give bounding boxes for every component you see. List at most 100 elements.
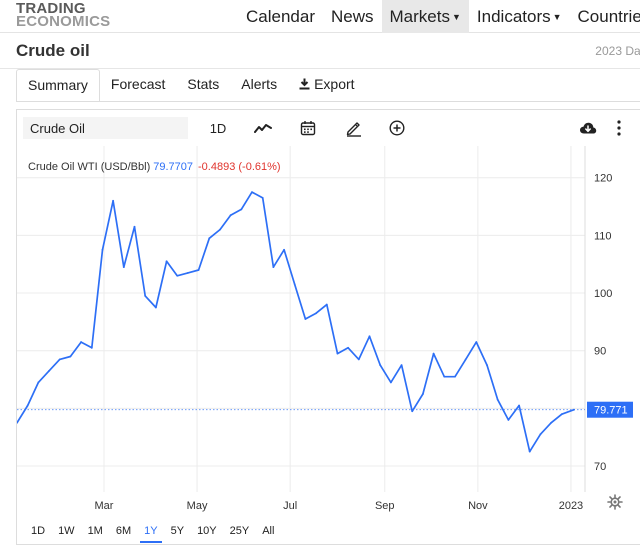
nav-item-countrie[interactable]: Countrie — [570, 0, 640, 33]
x-tick-label: Sep — [375, 500, 395, 512]
range-25y[interactable]: 25Y — [230, 520, 250, 542]
nav-item-label: Indicators — [476, 7, 551, 26]
chart-legend: Crude Oil WTI (USD/Bbl) 79.7707 -0.4893 (-… — [28, 161, 281, 173]
x-tick-label: Nov — [468, 500, 488, 512]
range-all[interactable]: All — [262, 520, 274, 542]
data-point — [357, 358, 360, 361]
nav-item-indicators[interactable]: Indicators ▼ — [469, 0, 570, 33]
data-point — [187, 271, 189, 274]
range-1w[interactable]: 1W — [58, 520, 75, 542]
data-point — [443, 375, 446, 378]
x-tick-label: 2023 — [559, 500, 583, 512]
last-value-label: 79.771 — [594, 405, 628, 417]
nav-item-label: News — [331, 7, 374, 26]
logo-line-2: ECONOMICS — [16, 13, 111, 30]
range-1d[interactable]: 1D — [31, 520, 45, 542]
data-point — [133, 225, 136, 228]
data-point — [176, 274, 179, 277]
title-row: Crude oil 2023 Dat — [0, 33, 640, 69]
data-point — [58, 358, 61, 361]
data-point — [379, 364, 382, 367]
data-point — [539, 433, 542, 436]
data-point — [518, 404, 520, 407]
chart-panel: 1D 120 110 100 90 70 Mar May Jul Sep Nov 2023 79.77… — [16, 109, 640, 545]
data-point — [422, 393, 424, 395]
download-icon — [299, 70, 310, 90]
range-6m[interactable]: 6M — [116, 520, 131, 542]
nav-item-markets[interactable]: Markets ▼ — [381, 0, 469, 33]
legend-last-value: 79.7707 — [153, 161, 194, 173]
legend-change: -0.4893 (-0.61%) — [198, 161, 281, 173]
site-logo[interactable]: TRADING ECONOMICS — [16, 1, 111, 30]
data-point — [573, 408, 575, 411]
range-5y[interactable]: 5Y — [171, 520, 184, 542]
nav-item-calendar[interactable]: Calendar — [238, 0, 323, 33]
tab-label: Export — [314, 76, 355, 92]
content-tabs: Summary Forecast Stats Alerts Export — [16, 69, 366, 102]
tab-summary[interactable]: Summary — [16, 69, 100, 102]
data-point — [560, 413, 563, 416]
caret-down-icon: ▼ — [552, 12, 562, 22]
data-point — [240, 208, 243, 211]
series-line — [17, 191, 575, 453]
data-point — [90, 346, 93, 349]
x-tick-label: May — [187, 500, 208, 512]
tab-forecast[interactable]: Forecast — [100, 69, 176, 102]
data-point — [528, 450, 531, 453]
data-point — [389, 381, 392, 384]
tab-stats[interactable]: Stats — [176, 69, 230, 102]
tab-export[interactable]: Export — [288, 69, 365, 102]
y-tick-label: 90 — [594, 346, 606, 358]
data-point — [475, 341, 478, 343]
tabs-divider — [16, 101, 640, 102]
data-point — [112, 199, 115, 202]
data-point — [80, 341, 82, 343]
data-point — [496, 398, 499, 401]
gear-icon[interactable] — [607, 494, 623, 510]
data-point — [251, 191, 253, 194]
x-tick-label: Mar — [95, 500, 114, 512]
data-point — [347, 346, 350, 349]
data-point — [550, 421, 553, 424]
data-point — [368, 335, 371, 338]
data-point — [197, 269, 200, 271]
data-point — [37, 381, 40, 384]
range-1m[interactable]: 1M — [88, 520, 103, 542]
page-date-text: 2023 Dat — [595, 44, 640, 58]
data-point — [272, 266, 275, 268]
page-title: Crude oil — [16, 41, 90, 60]
nav-item-label: Countrie — [577, 7, 640, 26]
caret-down-icon: ▼ — [451, 12, 461, 22]
y-tick-label: 120 — [594, 173, 612, 185]
data-point — [219, 228, 221, 231]
tab-label: Forecast — [110, 76, 166, 92]
data-point — [165, 260, 168, 263]
data-point — [304, 318, 307, 320]
data-point — [154, 306, 157, 309]
range-10y[interactable]: 10Y — [197, 520, 217, 542]
data-point — [144, 295, 147, 297]
x-tick-label: Jul — [283, 500, 297, 512]
data-point — [400, 364, 403, 367]
data-point — [432, 352, 435, 355]
data-point — [208, 237, 211, 240]
data-point — [315, 312, 318, 315]
data-point — [69, 355, 72, 358]
nav-item-label: Markets — [389, 7, 450, 26]
data-point — [507, 419, 510, 421]
data-point — [325, 303, 328, 306]
y-tick-label: 70 — [594, 461, 606, 473]
data-point — [293, 283, 296, 286]
main-nav: Calendar News Markets ▼ Indicators ▼ Countrie — [238, 0, 640, 33]
range-1y[interactable]: 1Y — [139, 520, 163, 543]
data-point — [229, 214, 232, 217]
data-point — [336, 352, 339, 355]
data-point — [486, 364, 488, 367]
range-selector: 1D 1W 1M 6M 1Y 5Y 10Y 25Y All — [31, 520, 287, 543]
nav-item-news[interactable]: News — [323, 0, 382, 33]
data-point — [454, 375, 456, 378]
tab-alerts[interactable]: Alerts — [230, 69, 288, 102]
legend-series-name: Crude Oil WTI (USD/Bbl) — [28, 161, 151, 173]
tab-label: Stats — [187, 76, 220, 92]
top-navigation-bar: TRADING ECONOMICS Calendar News Markets ▼ In… — [0, 0, 640, 33]
